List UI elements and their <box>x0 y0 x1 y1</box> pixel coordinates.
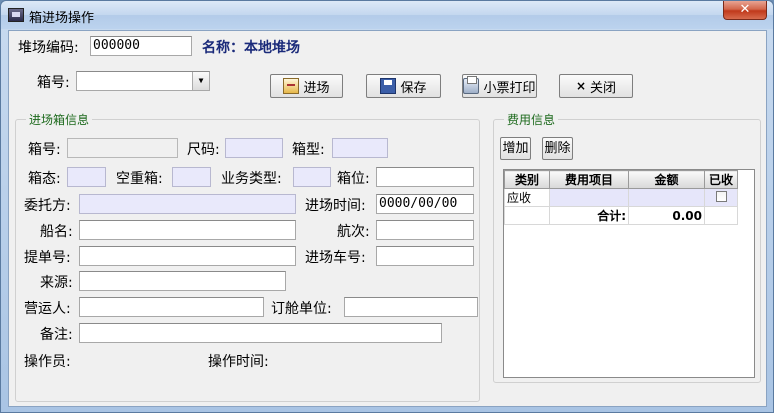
print-receipt-button[interactable]: 小票打印 <box>462 74 537 98</box>
operate-time-label: 操作时间: <box>208 354 269 370</box>
column-header-category[interactable]: 类别 <box>504 170 550 189</box>
add-fee-button[interactable]: 增加 <box>500 137 531 160</box>
fee-table: 类别 费用项目 金额 已收 应收 合计: 0.00 <box>504 170 738 225</box>
booking-unit-label: 订舱单位: <box>271 301 332 317</box>
carrier-label: 营运人: <box>24 301 71 317</box>
delete-fee-button[interactable]: 删除 <box>542 137 573 160</box>
column-header-received[interactable]: 已收 <box>704 170 738 189</box>
total-label: 合计: <box>549 206 629 225</box>
save-icon <box>380 78 397 94</box>
ship-name-field[interactable] <box>79 220 296 240</box>
empty-heavy-field[interactable] <box>172 167 211 187</box>
fee-info-group-title: 费用信息 <box>504 111 559 128</box>
dialog-body: 堆场编码: 000000 名称：本地堆场 箱号: ▼ 进场 保存 小票打印 × … <box>8 30 767 407</box>
column-header-fee-item[interactable]: 费用项目 <box>549 170 629 189</box>
close-button[interactable]: × 关闭 <box>559 74 633 98</box>
close-button-label: 关闭 <box>590 80 617 96</box>
column-header-amount[interactable]: 金额 <box>628 170 705 189</box>
box-no-label: 箱号: <box>37 75 70 91</box>
window-close-button[interactable]: ✕ <box>723 1 767 20</box>
biz-type-label: 业务类型: <box>221 171 282 187</box>
client-label: 委托方: <box>24 198 71 214</box>
slot-field[interactable] <box>376 167 474 187</box>
cell-fee-item[interactable] <box>549 188 629 207</box>
box-no-combo[interactable]: ▼ <box>76 71 210 91</box>
fee-header-row: 类别 费用项目 金额 已收 <box>504 170 738 189</box>
total-value: 0.00 <box>628 206 705 225</box>
enter-yard-button-label: 进场 <box>303 80 330 96</box>
remark-field[interactable] <box>79 323 442 343</box>
voyage-field[interactable] <box>376 220 474 240</box>
truck-no-label: 进场车号: <box>305 250 366 266</box>
title-bar: 箱进场操作 ✕ <box>1 1 773 29</box>
dropdown-arrow-icon[interactable]: ▼ <box>192 72 209 90</box>
size-label: 尺码: <box>187 142 220 158</box>
yard-code-label: 堆场编码: <box>18 40 79 56</box>
entry-time-field[interactable]: 0000/00/00 <box>376 194 474 214</box>
bl-no-label: 提单号: <box>24 250 71 266</box>
size-field[interactable] <box>225 138 283 158</box>
box-state-label: 箱态: <box>28 171 61 187</box>
slot-label: 箱位: <box>337 171 370 187</box>
total-spacer-cell <box>504 206 550 225</box>
client-field[interactable] <box>79 194 296 214</box>
truck-no-field[interactable] <box>376 246 474 266</box>
entry-box-no-field <box>67 138 178 158</box>
booking-unit-field[interactable] <box>344 297 478 317</box>
empty-heavy-label: 空重箱: <box>116 171 163 187</box>
close-icon: × <box>575 79 587 93</box>
bl-no-field[interactable] <box>79 246 296 266</box>
cell-received[interactable] <box>704 188 738 207</box>
window-title: 箱进场操作 <box>29 11 95 26</box>
save-button-label: 保存 <box>400 80 427 96</box>
printer-icon <box>463 76 480 94</box>
enter-yard-button[interactable]: 进场 <box>270 74 343 98</box>
total-row: 合计: 0.00 <box>504 206 738 225</box>
operator-label: 操作员: <box>24 354 71 370</box>
fee-grid[interactable]: 类别 费用项目 金额 已收 应收 合计: 0.00 <box>503 169 755 378</box>
entry-box-no-label: 箱号: <box>28 142 61 158</box>
table-row[interactable]: 应收 <box>504 188 738 207</box>
yard-code-input[interactable]: 000000 <box>90 36 192 56</box>
app-window: 箱进场操作 ✕ 堆场编码: 000000 名称：本地堆场 箱号: ▼ 进场 保存… <box>0 0 774 413</box>
enter-icon <box>283 78 300 94</box>
box-type-label: 箱型: <box>292 142 325 158</box>
biz-type-field[interactable] <box>293 167 331 187</box>
remark-label: 备注: <box>40 327 73 343</box>
save-button[interactable]: 保存 <box>366 74 441 98</box>
cell-category[interactable]: 应收 <box>504 188 550 207</box>
print-receipt-button-label: 小票打印 <box>483 80 536 96</box>
total-empty-cell <box>704 206 738 225</box>
source-label: 来源: <box>40 275 73 291</box>
entry-time-label: 进场时间: <box>305 198 366 214</box>
yard-name-label: 名称：本地堆场 <box>202 40 300 56</box>
box-state-field[interactable] <box>67 167 106 187</box>
carrier-field[interactable] <box>79 297 264 317</box>
entry-info-group-title: 进场箱信息 <box>26 111 93 128</box>
app-icon <box>8 8 24 22</box>
source-field[interactable] <box>79 271 286 291</box>
ship-name-label: 船名: <box>40 224 73 240</box>
voyage-label: 航次: <box>337 224 370 240</box>
received-checkbox[interactable] <box>715 190 727 202</box>
box-type-field[interactable] <box>332 138 388 158</box>
cell-amount[interactable] <box>628 188 705 207</box>
